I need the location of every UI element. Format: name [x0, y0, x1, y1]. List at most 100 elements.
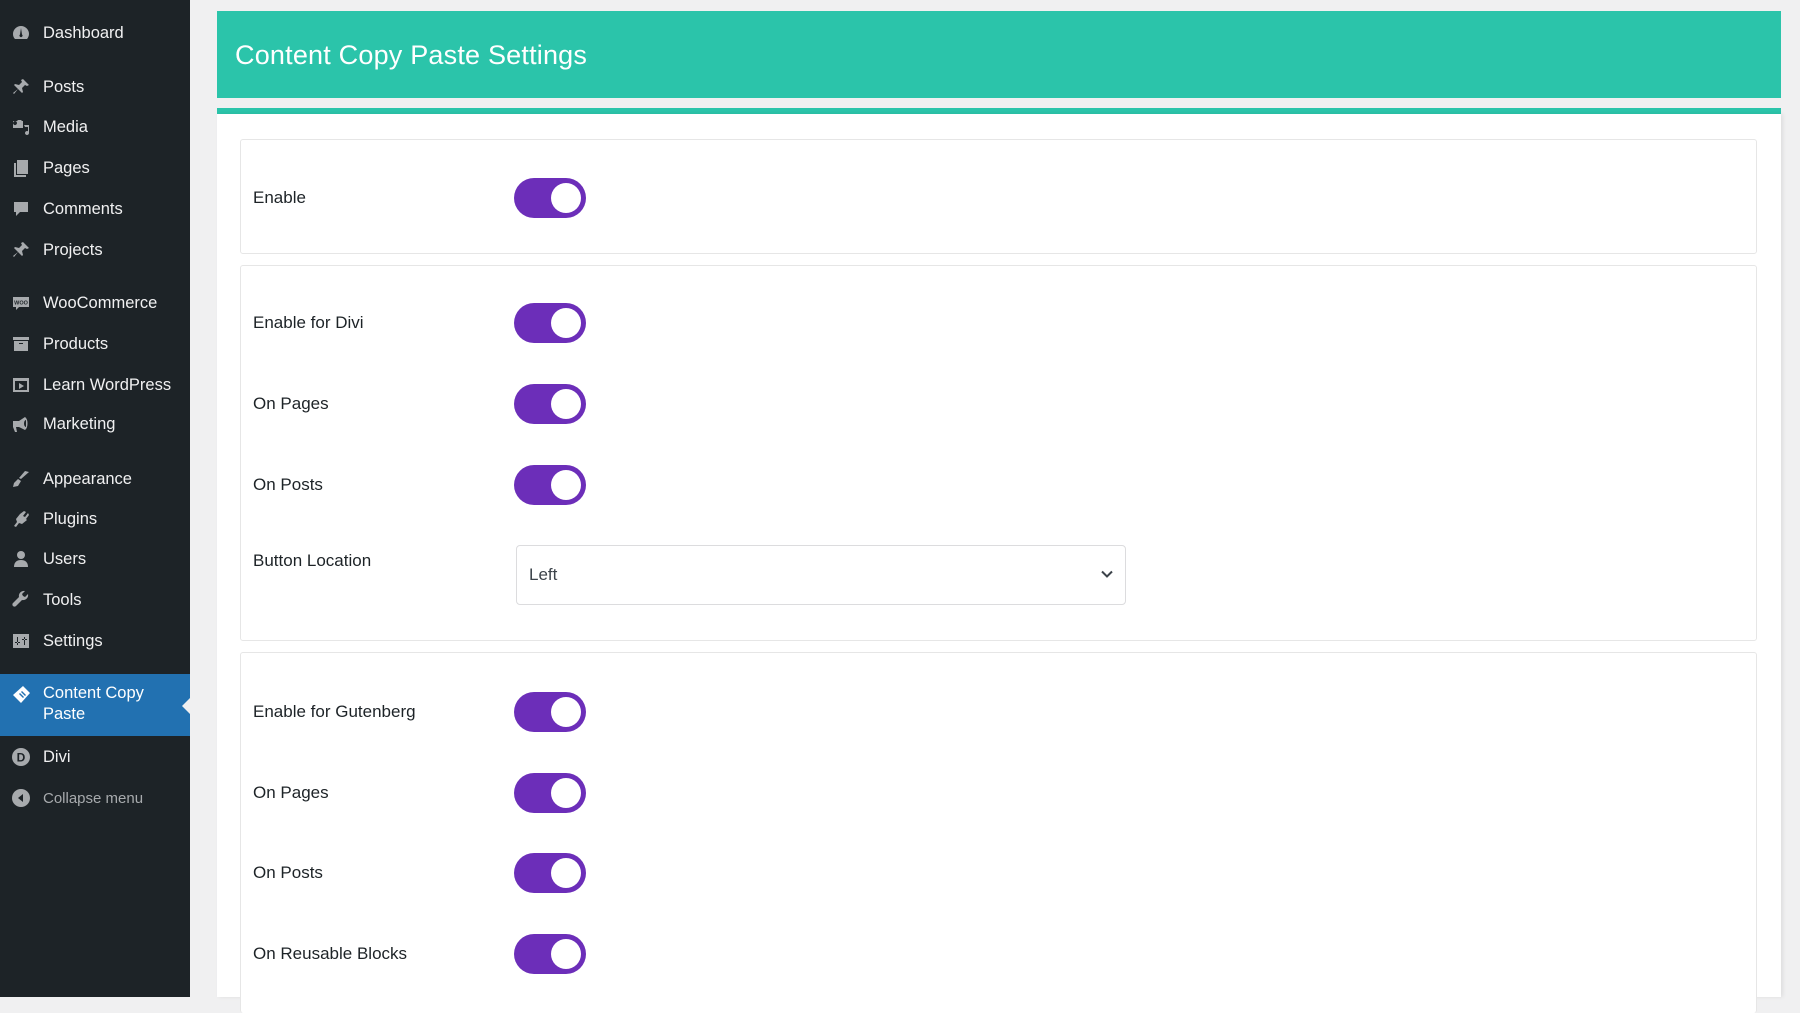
setting-label: On Pages: [253, 783, 329, 802]
divi-settings-card: Enable for Divi On Pages On Posts Button…: [240, 265, 1757, 641]
setting-label: On Pages: [253, 394, 329, 413]
setting-label: Button Location: [253, 551, 372, 570]
divi-enable-toggle[interactable]: [514, 303, 586, 343]
dashboard-icon: [10, 22, 32, 44]
sidebar-item-label: Users: [43, 549, 87, 568]
toggle-knob: [551, 470, 581, 500]
general-settings-card: Enable: [240, 139, 1757, 254]
sidebar-item-projects[interactable]: Projects: [0, 232, 190, 268]
sidebar-item-label: Comments: [43, 199, 123, 218]
toggle-knob: [551, 183, 581, 213]
toggle-knob: [551, 939, 581, 969]
toggle-knob: [551, 697, 581, 727]
setting-row-gutenberg-enable: Enable for Gutenberg: [241, 690, 1756, 734]
admin-sidebar: Dashboard Posts Media Pages Comments Pro…: [0, 0, 190, 997]
sidebar-item-label: Learn WordPress: [43, 375, 172, 394]
media-icon: [10, 116, 32, 138]
gutenberg-reusable-blocks-toggle[interactable]: [514, 934, 586, 974]
select-value: Left: [529, 565, 558, 584]
sidebar-item-users[interactable]: Users: [0, 541, 190, 577]
pushpin-icon: [10, 76, 32, 98]
sliders-icon: [10, 630, 32, 652]
toggle-knob: [551, 308, 581, 338]
collapse-arrow-icon: [10, 787, 32, 809]
paintbrush-icon: [10, 468, 32, 490]
sidebar-item-label: Media: [43, 117, 88, 136]
setting-label: Enable: [253, 188, 306, 207]
settings-header: Content Copy Paste Settings: [217, 11, 1781, 98]
sidebar-item-dashboard[interactable]: Dashboard: [0, 15, 190, 51]
sidebar-item-label: Divi: [43, 747, 71, 766]
toggle-knob: [551, 858, 581, 888]
sidebar-item-label: Projects: [43, 240, 103, 259]
gutenberg-settings-card: Enable for Gutenberg On Pages On Posts O…: [240, 652, 1757, 1013]
setting-label: On Reusable Blocks: [253, 944, 408, 963]
sidebar-item-label: Pages: [43, 158, 90, 177]
setting-row-gutenberg-posts: On Posts: [241, 851, 1756, 895]
setting-row-divi-enable: Enable for Divi: [241, 301, 1756, 345]
sidebar-item-label: Collapse menu: [43, 789, 144, 807]
archive-box-icon: [10, 333, 32, 355]
pages-icon: [10, 157, 32, 179]
sidebar-item-label: Settings: [43, 631, 103, 650]
user-icon: [10, 548, 32, 570]
sidebar-item-marketing[interactable]: Marketing: [0, 406, 190, 442]
divi-logo-icon: D: [10, 746, 32, 768]
divi-posts-toggle[interactable]: [514, 465, 586, 505]
gutenberg-posts-toggle[interactable]: [514, 853, 586, 893]
setting-row-divi-posts: On Posts: [241, 463, 1756, 507]
setting-label: On Posts: [253, 863, 323, 882]
setting-row-gutenberg-reusable-blocks: On Reusable Blocks: [241, 932, 1756, 976]
settings-panel: Enable Enable for Divi On Pages On Posts…: [217, 114, 1781, 1013]
setting-label: Enable for Gutenberg: [253, 702, 416, 721]
chevron-down-icon: [1101, 570, 1113, 578]
sidebar-item-posts[interactable]: Posts: [0, 69, 190, 105]
sidebar-item-comments[interactable]: Comments: [0, 191, 190, 227]
clipboard-tag-icon: [10, 684, 32, 706]
woo-icon: WOO: [10, 292, 32, 314]
toggle-knob: [551, 389, 581, 419]
sidebar-item-media[interactable]: Media: [0, 109, 190, 145]
gutenberg-enable-toggle[interactable]: [514, 692, 586, 732]
sidebar-item-label: Content Copy Paste: [43, 684, 144, 723]
sidebar-item-label: Products: [43, 334, 109, 353]
sidebar-item-label: Marketing: [43, 414, 116, 433]
sidebar-item-label: WooCommerce: [43, 293, 158, 312]
sidebar-item-label: Plugins: [43, 509, 98, 528]
sidebar-item-label: Appearance: [43, 469, 132, 488]
sidebar-item-tools[interactable]: Tools: [0, 582, 190, 618]
button-location-select[interactable]: Left: [516, 545, 1126, 605]
sidebar-item-learn-wordpress[interactable]: Learn WordPress: [0, 367, 190, 403]
sidebar-item-label: Dashboard: [43, 23, 124, 42]
setting-label: On Posts: [253, 475, 323, 494]
sidebar-item-divi[interactable]: D Divi: [0, 739, 190, 775]
svg-text:D: D: [17, 751, 26, 765]
megaphone-icon: [10, 413, 32, 435]
sidebar-item-plugins[interactable]: Plugins: [0, 501, 190, 537]
setting-row-enable: Enable: [241, 176, 1756, 220]
sidebar-item-woocommerce[interactable]: WOO WooCommerce: [0, 285, 190, 321]
setting-label: Enable for Divi: [253, 313, 364, 332]
sidebar-item-label: Tools: [43, 590, 82, 609]
sidebar-item-label: Posts: [43, 77, 85, 96]
video-icon: [10, 374, 32, 396]
sidebar-item-products[interactable]: Products: [0, 326, 190, 362]
comment-icon: [10, 198, 32, 220]
plug-icon: [10, 508, 32, 530]
page-title: Content Copy Paste Settings: [235, 40, 588, 70]
collapse-menu-button[interactable]: Collapse menu: [0, 780, 190, 816]
gutenberg-pages-toggle[interactable]: [514, 773, 586, 813]
sidebar-item-settings[interactable]: Settings: [0, 623, 190, 659]
setting-row-divi-pages: On Pages: [241, 382, 1756, 426]
wrench-icon: [10, 589, 32, 611]
setting-row-gutenberg-pages: On Pages: [241, 771, 1756, 815]
divi-pages-toggle[interactable]: [514, 384, 586, 424]
pushpin-icon: [10, 239, 32, 261]
toggle-knob: [551, 778, 581, 808]
active-indicator-arrow: [182, 698, 190, 714]
setting-row-button-location: Button Location Left: [241, 545, 1756, 605]
enable-toggle[interactable]: [514, 178, 586, 218]
sidebar-item-appearance[interactable]: Appearance: [0, 461, 190, 497]
sidebar-item-content-copy-paste[interactable]: Content Copy Paste: [0, 674, 190, 736]
sidebar-item-pages[interactable]: Pages: [0, 150, 190, 186]
